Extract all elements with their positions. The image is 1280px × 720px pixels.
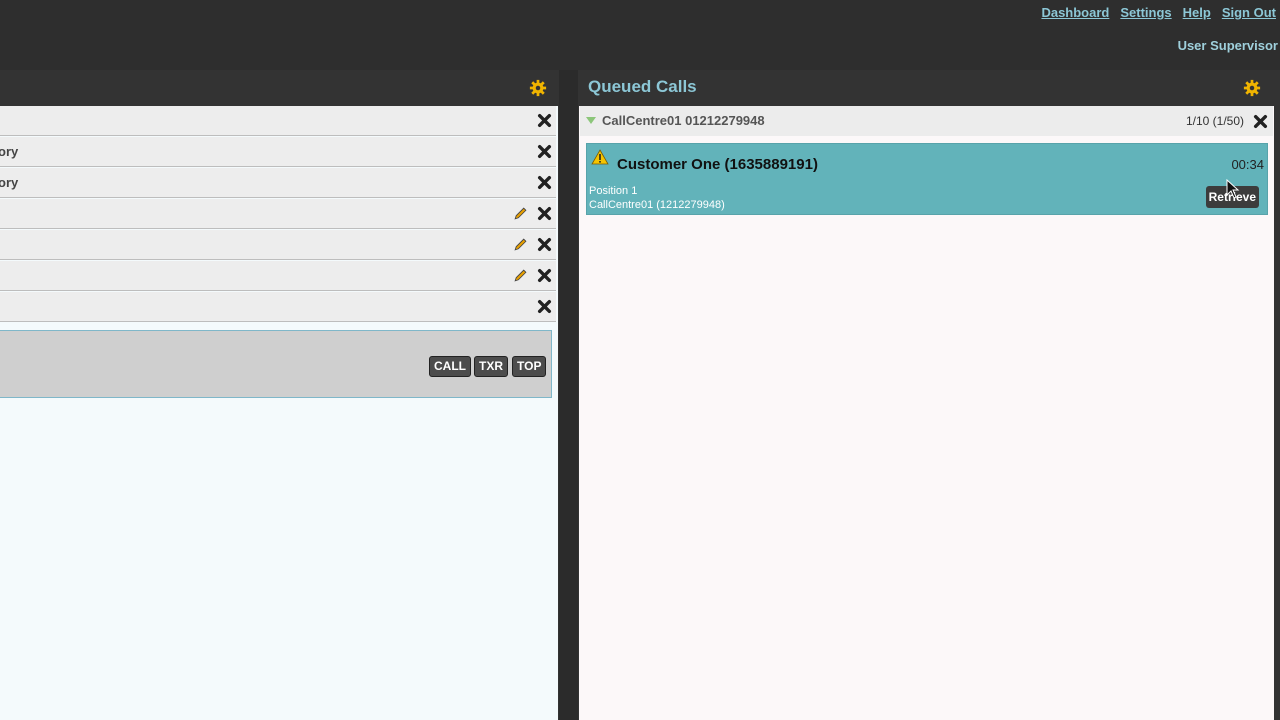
top-button[interactable]: TOP bbox=[512, 356, 547, 377]
warning-icon bbox=[591, 149, 609, 165]
user-name: User Supervisor bbox=[1177, 38, 1278, 53]
close-icon[interactable] bbox=[537, 144, 552, 159]
close-icon[interactable] bbox=[537, 113, 552, 128]
queued-call-card[interactable]: Customer One (1635889191) 00:34 Position… bbox=[586, 143, 1268, 215]
call-button[interactable]: CALL bbox=[429, 356, 471, 377]
close-icon[interactable] bbox=[1253, 114, 1268, 129]
list-item[interactable]: ory bbox=[0, 137, 556, 167]
right-panel-body: CallCentre01 01212279948 1/10 (1/50) Cus… bbox=[579, 106, 1274, 720]
help-link[interactable]: Help bbox=[1183, 5, 1211, 20]
settings-link[interactable]: Settings bbox=[1120, 5, 1171, 20]
transfer-button[interactable]: TXR bbox=[474, 356, 508, 377]
right-panel-header: Queued Calls bbox=[578, 70, 1280, 106]
close-icon[interactable] bbox=[537, 206, 552, 221]
sign-out-link[interactable]: Sign Out bbox=[1222, 5, 1276, 20]
list-item[interactable] bbox=[0, 199, 556, 229]
left-panel: ory ory CALL TXR TOP bbox=[0, 70, 559, 720]
close-icon[interactable] bbox=[537, 299, 552, 314]
gear-icon[interactable] bbox=[529, 79, 547, 97]
queue-group-header[interactable]: CallCentre01 01212279948 1/10 (1/50) bbox=[580, 106, 1273, 136]
pencil-icon[interactable] bbox=[513, 206, 528, 221]
close-icon[interactable] bbox=[537, 175, 552, 190]
left-panel-body: ory ory CALL TXR TOP bbox=[0, 106, 558, 720]
row-label: ory bbox=[0, 144, 19, 159]
chevron-down-icon[interactable] bbox=[586, 117, 596, 124]
list-item[interactable] bbox=[0, 292, 556, 322]
top-bar: Dashboard Settings Help Sign Out User Su… bbox=[0, 0, 1280, 70]
pencil-icon[interactable] bbox=[513, 268, 528, 283]
close-icon[interactable] bbox=[537, 268, 552, 283]
left-panel-header bbox=[0, 70, 559, 106]
close-icon[interactable] bbox=[537, 237, 552, 252]
row-label: ory bbox=[0, 175, 19, 190]
queue-position: Position 1 bbox=[589, 185, 638, 197]
active-call-card[interactable]: CALL TXR TOP bbox=[0, 330, 552, 398]
pencil-icon[interactable] bbox=[513, 237, 528, 252]
dashboard-link[interactable]: Dashboard bbox=[1041, 5, 1109, 20]
list-item[interactable] bbox=[0, 106, 556, 136]
right-panel: Queued Calls CallCentre01 01212279948 1/… bbox=[578, 70, 1280, 720]
list-item[interactable] bbox=[0, 230, 556, 260]
top-nav: Dashboard Settings Help Sign Out bbox=[1030, 5, 1276, 20]
call-timer: 00:34 bbox=[1231, 157, 1264, 172]
queue-group-name: CallCentre01 01212279948 bbox=[602, 113, 765, 128]
panel-title: Queued Calls bbox=[588, 77, 697, 96]
queue-name: CallCentre01 (1212279948) bbox=[589, 199, 725, 211]
caller-name: Customer One (1635889191) bbox=[617, 156, 818, 173]
gear-icon[interactable] bbox=[1243, 79, 1261, 97]
cursor-icon bbox=[1226, 179, 1240, 199]
queue-count: 1/10 (1/50) bbox=[1185, 114, 1244, 128]
list-item[interactable] bbox=[0, 261, 556, 291]
list-item[interactable]: ory bbox=[0, 168, 556, 198]
